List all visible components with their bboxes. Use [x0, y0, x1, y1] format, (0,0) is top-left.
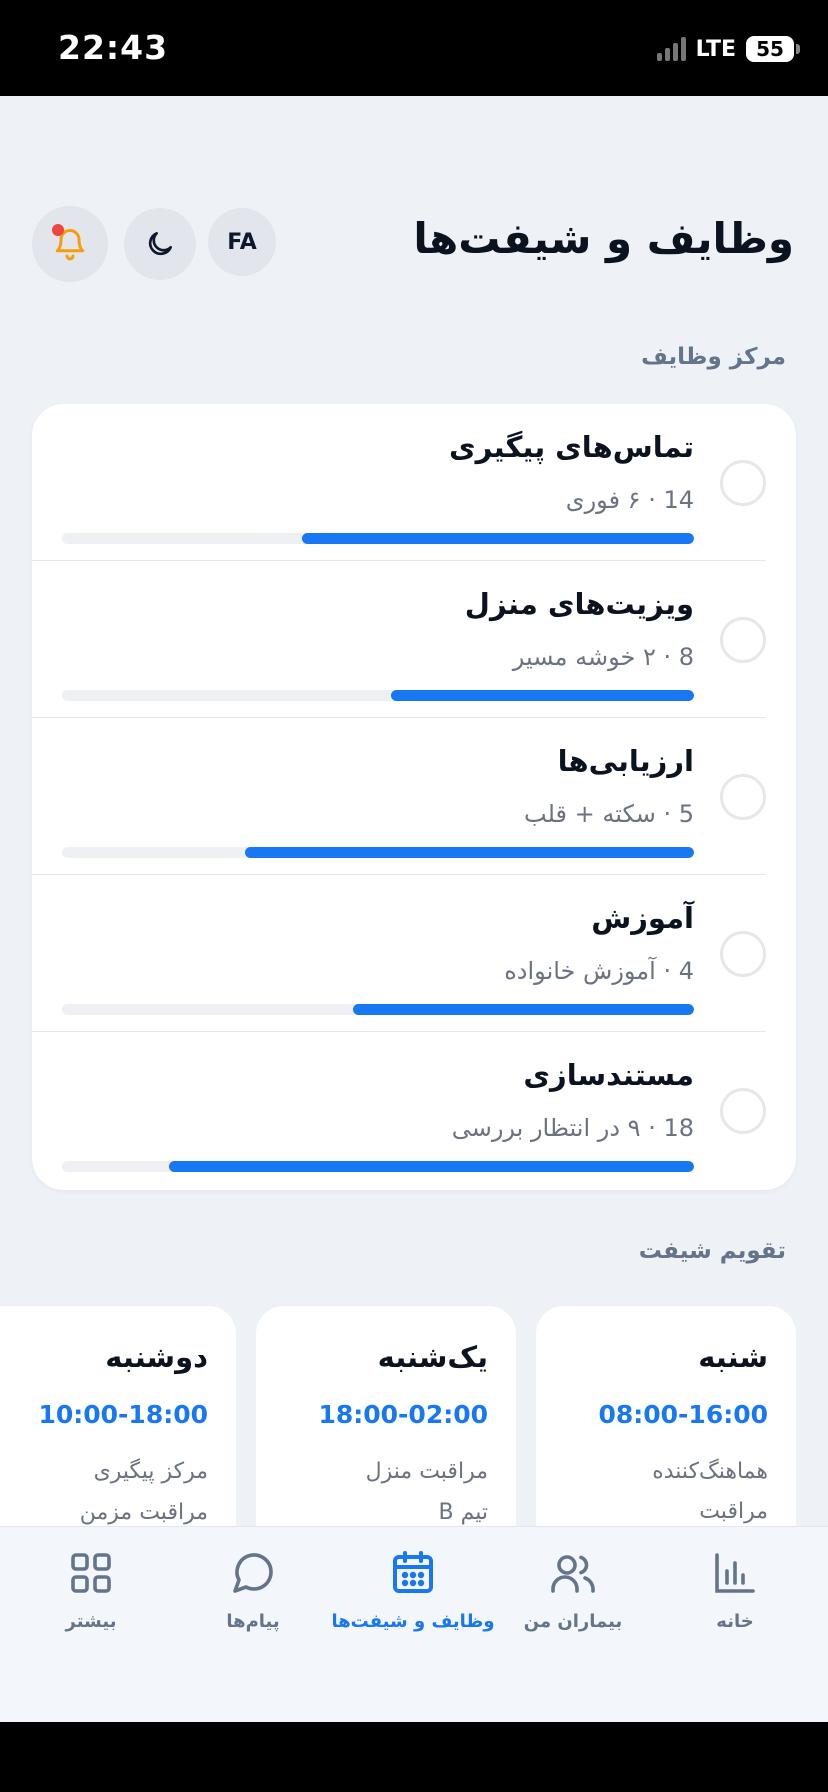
shift-day: دوشنبه: [105, 1340, 208, 1374]
notification-dot: [52, 224, 64, 236]
task-progress-track: [62, 690, 694, 701]
tab-label: وظایف و شیفت‌ها: [331, 1611, 495, 1632]
notifications-button[interactable]: [32, 206, 108, 282]
task-progress-track: [62, 1004, 694, 1015]
chart-icon: [715, 1553, 755, 1593]
shift-time: 18:00-02:00: [318, 1400, 488, 1429]
task-checkbox[interactable]: [720, 460, 766, 506]
page-title: وظایف و شیفت‌ها: [413, 214, 794, 263]
shift-role: مرکز پیگیری: [93, 1459, 208, 1484]
chat-icon: [233, 1553, 273, 1593]
task-progress-track: [62, 1161, 694, 1172]
task-subtitle: 18 · ۹ در انتظار بررسی: [451, 1114, 694, 1142]
task-checkbox[interactable]: [720, 931, 766, 977]
status-time: 22:43: [58, 28, 169, 67]
theme-toggle-button[interactable]: [124, 208, 196, 280]
language-button[interactable]: FA: [208, 208, 276, 276]
task-row[interactable]: آموزش 4 · آموزش خانواده: [32, 875, 796, 1032]
task-progress-fill: [302, 533, 694, 544]
task-subtitle: 8 · ۲ خوشه مسیر: [512, 643, 694, 671]
shift-day: یک‌شنبه: [377, 1340, 488, 1374]
tab-more[interactable]: بیشتر: [8, 1549, 174, 1659]
task-progress-track: [62, 847, 694, 858]
task-row[interactable]: ارزیابی‌ها 5 · سکته + قلب: [32, 718, 796, 875]
tab-label: خانه: [716, 1611, 754, 1632]
tasks-shifts-screen: وظایف و شیفت‌ها FA مرکز وظایف تماس‌های پ…: [0, 96, 828, 1722]
task-checkbox[interactable]: [720, 1088, 766, 1134]
tab-home[interactable]: خانه: [652, 1549, 818, 1659]
network-type: LTE: [695, 36, 736, 62]
task-subtitle: 5 · سکته + قلب: [524, 800, 694, 828]
task-progress-fill: [352, 1004, 694, 1015]
task-title: مستندسازی: [523, 1058, 694, 1092]
home-indicator-area: [0, 1722, 828, 1792]
shift-team: مراقبت مزمن: [79, 1500, 208, 1525]
signal-icon: [656, 37, 686, 61]
tab-messages[interactable]: پیام‌ها: [170, 1549, 336, 1659]
users-icon: [551, 1555, 595, 1593]
shift-role: مراقبت منزل: [365, 1459, 488, 1484]
task-checkbox[interactable]: [720, 617, 766, 663]
task-progress-fill: [169, 1161, 694, 1172]
tasks-section-label: مرکز وظایف: [641, 344, 786, 370]
calendar-icon: [393, 1551, 433, 1593]
status-indicators: LTE 55: [656, 34, 800, 64]
task-title: تماس‌های پیگیری: [449, 430, 694, 464]
battery-icon: 55: [746, 36, 800, 62]
bottom-tab-bar: خانه بیماران من وظایف و شیفت‌ها پیام‌ها: [0, 1526, 828, 1722]
task-progress-track: [62, 533, 694, 544]
task-subtitle: 4 · آموزش خانواده: [504, 957, 694, 985]
shift-time: 10:00-18:00: [38, 1400, 208, 1429]
moon-icon: [148, 232, 172, 256]
task-title: ویزیت‌های منزل: [464, 587, 694, 621]
task-title: ارزیابی‌ها: [557, 744, 694, 778]
task-row[interactable]: ویزیت‌های منزل 8 · ۲ خوشه مسیر: [32, 561, 796, 718]
task-row[interactable]: تماس‌های پیگیری 14 · ۶ فوری: [32, 404, 796, 561]
task-title: آموزش: [591, 901, 694, 935]
status-bar: 22:43 LTE 55: [0, 0, 828, 96]
shift-day: شنبه: [698, 1340, 768, 1374]
task-progress-fill: [390, 690, 694, 701]
grid-icon: [71, 1553, 111, 1593]
tab-tasks-shifts[interactable]: وظایف و شیفت‌ها: [330, 1549, 496, 1659]
task-checkbox[interactable]: [720, 774, 766, 820]
shift-role: هماهنگ‌کننده مراقبت: [652, 1459, 768, 1524]
shift-time: 08:00-16:00: [598, 1400, 768, 1429]
tab-label: بیشتر: [65, 1611, 117, 1632]
task-progress-fill: [245, 847, 694, 858]
shifts-section-label: تقویم شیفت: [638, 1238, 786, 1264]
tab-label: بیماران من: [523, 1611, 623, 1632]
shift-team: تیم B: [438, 1500, 489, 1525]
task-center-card: تماس‌های پیگیری 14 · ۶ فوری ویزیت‌های من…: [32, 404, 796, 1190]
tab-label: پیام‌ها: [226, 1611, 280, 1632]
task-row[interactable]: مستندسازی 18 · ۹ در انتظار بررسی: [32, 1032, 796, 1189]
task-subtitle: 14 · ۶ فوری: [565, 486, 694, 514]
tab-my-patients[interactable]: بیماران من: [490, 1549, 656, 1659]
